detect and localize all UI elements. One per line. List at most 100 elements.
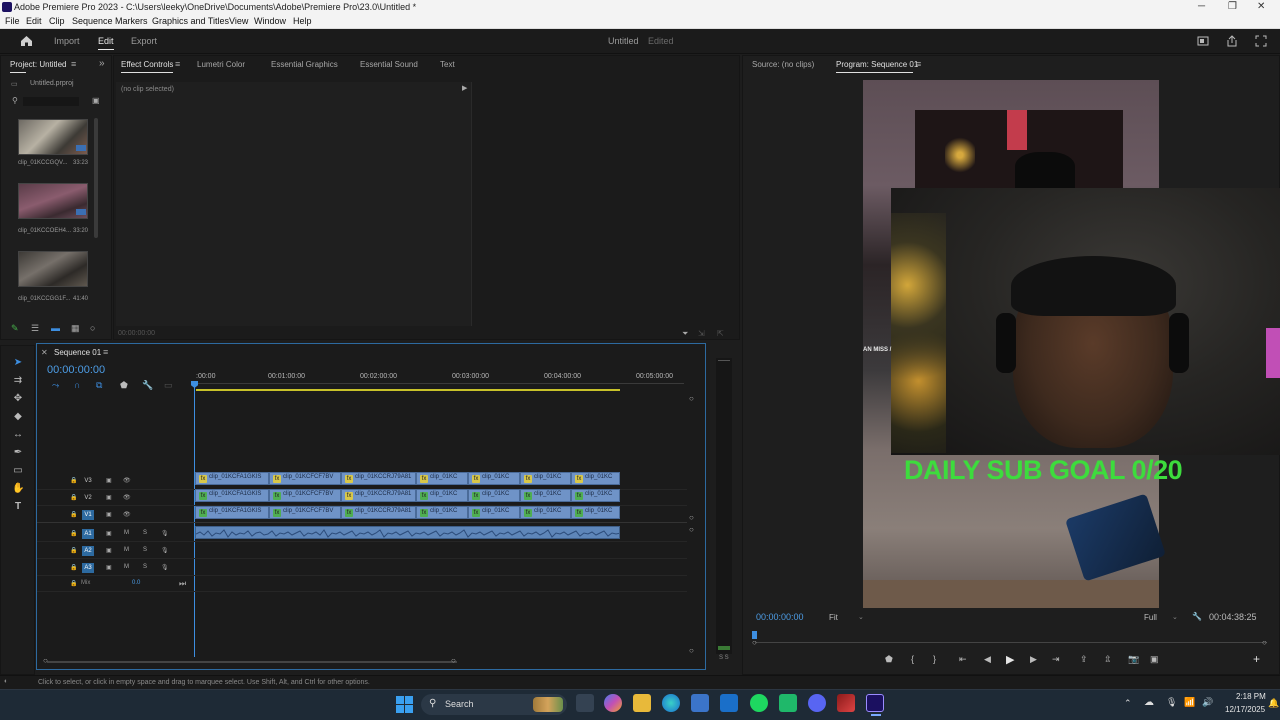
timeline-clip[interactable]: fx clip_01KCFA1GKIS [195,489,269,502]
maximize-icon[interactable]: ❐ [1228,1,1237,12]
sync-lock-icon[interactable]: ▣ [106,547,112,554]
timeline-clip[interactable]: fx clip_01KC [520,472,571,485]
export-frame-icon[interactable]: ⇲ [698,329,705,338]
time-ruler[interactable] [194,383,684,388]
rectangle-tool-icon[interactable]: ▭ [12,465,24,477]
menu-edit[interactable]: Edit [26,16,42,26]
home-icon[interactable] [20,35,33,47]
icon-view-icon[interactable]: ▬ [51,323,60,333]
mark-out-icon[interactable]: } [933,654,936,664]
work-area-bar[interactable] [196,389,620,391]
project-search-input[interactable] [23,97,79,106]
workspace-import[interactable]: Import [54,36,80,46]
menu-view[interactable]: View [229,16,248,26]
sync-lock-icon[interactable]: ▣ [106,477,112,484]
pencil-icon[interactable]: ✎ [11,323,19,334]
minimize-icon[interactable]: ─ [1198,1,1205,12]
close-sequence-icon[interactable]: ✕ [41,348,48,357]
slip-tool-icon[interactable]: ↔ [12,429,24,441]
microphone-icon[interactable]: 🎙 [161,547,169,554]
track-a2[interactable]: A2 [82,546,94,556]
timeline-clip[interactable]: fx clip_01KCFCF7BV [269,489,341,502]
track-a3[interactable]: A3 [82,563,94,573]
linked-selection-icon[interactable]: ⧉ [96,380,102,391]
taskbar-search-box[interactable]: ⚲ Search [421,694,567,715]
timeline-clip[interactable]: fx clip_01KC [416,506,468,519]
sync-lock-icon[interactable]: ▣ [106,530,112,537]
edge-browser-icon[interactable] [662,694,680,712]
vertical-scroll-mid-icon[interactable]: ○ [689,513,694,522]
timeline-timecode[interactable]: 00:00:00:00 [47,364,105,376]
mark-in-icon[interactable]: { [911,654,914,664]
mix-value[interactable]: 0.0 [132,580,140,586]
timeline-clip[interactable]: fx clip_01KC [416,489,468,502]
type-tool-icon[interactable]: T [12,501,24,513]
windows-start-icon[interactable] [396,696,413,713]
settings-wrench-icon[interactable]: 🔧 [1192,612,1202,621]
eye-icon[interactable]: 👁 [123,477,131,484]
chevron-down-icon[interactable]: ⌄ [858,613,864,621]
solo-button[interactable]: S [143,564,147,570]
timeline-clip[interactable]: fx clip_01KCCRJ79A81 [341,489,416,502]
timeline-clip[interactable]: fx clip_01KC [468,506,520,519]
selection-tool-icon[interactable]: ➤ [12,357,24,369]
timeline-clip[interactable]: fx clip_01KCCRJ79A81 [341,506,416,519]
microsoft-store-icon[interactable] [691,694,709,712]
program-scrub-bar[interactable] [755,642,1267,643]
outlook-icon[interactable] [720,694,738,712]
timeline-clip[interactable]: fx clip_01KCFA1GKIS [195,506,269,519]
task-view-icon[interactable] [576,694,594,712]
ripple-edit-tool-icon[interactable]: ✥ [12,393,24,405]
timeline-clip[interactable]: fx clip_01KCFCF7BV [269,472,341,485]
panel-menu-icon[interactable]: ≡ [916,59,921,69]
vertical-scroll-bottom-icon[interactable]: ○ [689,646,694,655]
lift-icon[interactable]: ⇪ [1080,654,1088,665]
mute-button[interactable]: M [124,547,129,553]
eye-icon[interactable]: 👁 [123,494,131,501]
scroll-handle-left-icon[interactable]: ○ [43,656,48,665]
add-button-icon[interactable]: + [1253,652,1260,666]
filter-icon[interactable]: ⏷ [682,329,688,339]
snap-icon[interactable]: ∩ [74,380,80,390]
fit-select[interactable]: Fit [829,613,838,622]
timeline-clip[interactable]: fx clip_01KCCRJ79A81 [341,472,416,485]
add-marker-icon[interactable]: ⬟ [885,654,893,665]
stack-icon[interactable]: ⇱ [717,329,724,338]
nest-icon[interactable]: ⤳ [52,380,59,391]
microphone-icon[interactable]: 🎙 [1166,697,1177,708]
lock-icon[interactable]: 🔒 [70,511,77,518]
freeform-view-icon[interactable]: ▦ [71,323,80,334]
clip-thumbnail-1[interactable] [18,119,88,155]
step-forward-icon[interactable]: ▶ [1030,654,1037,665]
tab-effect-controls[interactable]: Effect Controls [121,60,173,69]
pen-tool-icon[interactable]: ✒ [12,447,24,459]
menu-window[interactable]: Window [254,16,286,26]
lock-icon[interactable]: 🔒 [70,547,77,554]
workspace-edit[interactable]: Edit [98,36,114,50]
mute-button[interactable]: M [124,564,129,570]
volume-icon[interactable]: 🔊 [1202,697,1213,708]
menu-file[interactable]: File [5,16,20,26]
settings-wrench-icon[interactable]: 🔧 [142,380,153,391]
vertical-scroll-top-icon[interactable]: ○ [689,394,694,403]
premiere-taskbar-icon[interactable] [866,694,884,712]
timeline-clip[interactable]: fx clip_01KC [571,472,620,485]
timeline-clip[interactable]: fx clip_01KCFA1GKIS [195,472,269,485]
menu-markers[interactable]: Markers [115,16,148,26]
winrar-icon[interactable] [837,694,855,712]
timeline-zoom-scrollbar[interactable] [47,661,457,663]
scrub-handle-right-icon[interactable]: ○ [1262,638,1267,647]
program-monitor-tab[interactable]: Program: Sequence 01 [836,60,918,69]
comparison-view-icon[interactable]: ▣ [1150,654,1159,665]
taskbar-time[interactable]: 2:18 PM [1236,692,1266,701]
microphone-icon[interactable]: 🎙 [161,530,169,537]
menu-help[interactable]: Help [293,16,312,26]
app-green-icon[interactable] [779,694,797,712]
timeline-clip[interactable]: fx clip_01KC [571,489,620,502]
timeline-clip[interactable]: fx clip_01KC [571,506,620,519]
panel-menu-icon[interactable]: ≡ [103,347,108,357]
expand-panels-icon[interactable]: » [99,58,105,69]
go-to-in-icon[interactable]: ⇤ [959,654,967,665]
audio-clip[interactable] [195,526,620,539]
go-to-out-icon[interactable]: ⇥ [1052,654,1060,665]
